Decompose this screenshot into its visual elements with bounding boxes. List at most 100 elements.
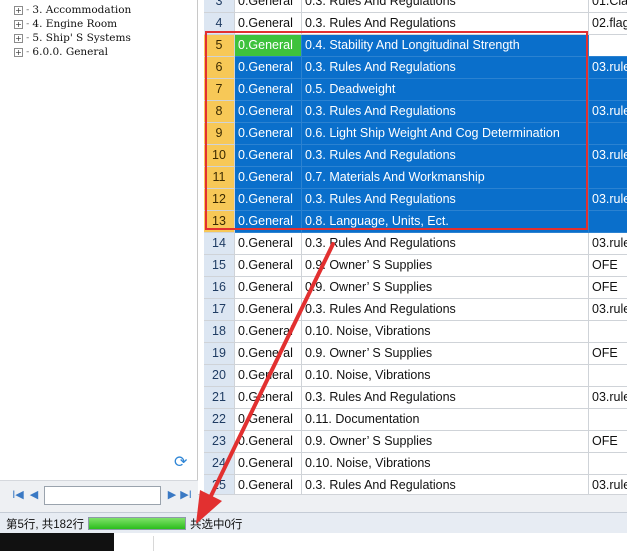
table-row[interactable]: 20 0.General 0.10. Noise, Vibrations: [204, 365, 627, 387]
cell-category[interactable]: 0.General: [235, 189, 302, 211]
cell-subject[interactable]: 0.10. Noise, Vibrations: [302, 321, 589, 343]
expand-icon[interactable]: +: [14, 47, 23, 57]
grid-scrollbar[interactable]: ×: [198, 494, 627, 512]
table-row[interactable]: 19 0.General 0.9. Owner’ S Supplies OFE: [204, 343, 627, 365]
cell-category[interactable]: 0.General: [235, 57, 302, 79]
row-header[interactable]: 21: [204, 387, 235, 409]
row-header[interactable]: 22: [204, 409, 235, 431]
table-row[interactable]: 6 0.General 0.3. Rules And Regulations 03.r…: [204, 57, 627, 79]
cell-reference[interactable]: 03.rule: [589, 233, 627, 255]
cell-subject[interactable]: 0.3. Rules And Regulations: [302, 475, 589, 494]
row-header[interactable]: 12: [204, 189, 235, 211]
cell-subject[interactable]: 0.7. Materials And Workmanship: [302, 167, 589, 189]
table-row[interactable]: 16 0.General 0.9. Owner’ S Supplies OFE: [204, 277, 627, 299]
row-header[interactable]: 6: [204, 57, 235, 79]
cell-reference[interactable]: OFE: [589, 343, 627, 365]
cell-subject[interactable]: 0.9. Owner’ S Supplies: [302, 277, 589, 299]
cell-subject[interactable]: 0.5. Deadweight: [302, 79, 589, 101]
table-row[interactable]: 13 0.General 0.8. Language, Units, Ect.: [204, 211, 627, 233]
row-header[interactable]: 14: [204, 233, 235, 255]
cell-category[interactable]: 0.General: [235, 299, 302, 321]
table-row[interactable]: 4 0.General 0.3. Rules And Regulations 02.f…: [204, 13, 627, 35]
cell-subject[interactable]: 0.3. Rules And Regulations: [302, 0, 589, 13]
cell-subject[interactable]: 0.9. Owner’ S Supplies: [302, 255, 589, 277]
row-header[interactable]: 24: [204, 453, 235, 475]
row-header[interactable]: 15: [204, 255, 235, 277]
expand-icon[interactable]: +: [14, 33, 23, 43]
first-page-icon[interactable]: I◀: [12, 488, 24, 502]
cell-category[interactable]: 0.General: [235, 321, 302, 343]
row-header[interactable]: 4: [204, 13, 235, 35]
cell-category[interactable]: 0.General: [235, 145, 302, 167]
cell-reference[interactable]: [589, 453, 627, 475]
cell-subject[interactable]: 0.3. Rules And Regulations: [302, 101, 589, 123]
tree-node-ships-systems[interactable]: + - 5. Ship' S Systems: [14, 31, 131, 45]
cell-category[interactable]: 0.General: [235, 35, 302, 57]
cell-category[interactable]: 0.General: [235, 211, 302, 233]
expand-icon[interactable]: +: [14, 5, 23, 15]
cell-reference[interactable]: [589, 79, 627, 101]
cell-category[interactable]: 0.General: [235, 101, 302, 123]
cell-category[interactable]: 0.General: [235, 431, 302, 453]
row-header[interactable]: 18: [204, 321, 235, 343]
cell-category[interactable]: 0.General: [235, 123, 302, 145]
table-row[interactable]: 12 0.General 0.3. Rules And Regulations 03.…: [204, 189, 627, 211]
tree-node-general[interactable]: + - 6.0.0. General: [14, 45, 108, 59]
cell-reference[interactable]: [589, 365, 627, 387]
table-row[interactable]: 23 0.General 0.9. Owner’ S Supplies OFE: [204, 431, 627, 453]
table-row[interactable]: 7 0.General 0.5. Deadweight: [204, 79, 627, 101]
prev-page-icon[interactable]: ◀: [28, 488, 40, 502]
cell-category[interactable]: 0.General: [235, 343, 302, 365]
cell-subject[interactable]: 0.3. Rules And Regulations: [302, 13, 589, 35]
row-header[interactable]: 13: [204, 211, 235, 233]
table-row[interactable]: 15 0.General 0.9. Owner’ S Supplies OFE: [204, 255, 627, 277]
tree-node-accommodation[interactable]: + - 3. Accommodation: [14, 3, 131, 17]
next-page-icon[interactable]: ▶: [166, 488, 178, 502]
cell-reference[interactable]: [589, 211, 627, 233]
cell-reference[interactable]: 03.rule: [589, 189, 627, 211]
row-header[interactable]: 3: [204, 0, 235, 13]
cell-category[interactable]: 0.General: [235, 0, 302, 13]
cell-subject[interactable]: 0.3. Rules And Regulations: [302, 233, 589, 255]
table-row[interactable]: 3 0.General 0.3. Rules And Regulations 01.C…: [204, 0, 627, 13]
row-header[interactable]: 23: [204, 431, 235, 453]
table-row[interactable]: 10 0.General 0.3. Rules And Regulations 03.…: [204, 145, 627, 167]
table-row[interactable]: 14 0.General 0.3. Rules And Regulations 03.…: [204, 233, 627, 255]
table-row[interactable]: 24 0.General 0.10. Noise, Vibrations: [204, 453, 627, 475]
cell-reference[interactable]: 03.rule: [589, 299, 627, 321]
cell-reference[interactable]: [589, 321, 627, 343]
cell-reference[interactable]: [589, 409, 627, 431]
cell-subject[interactable]: 0.10. Noise, Vibrations: [302, 453, 589, 475]
cell-subject[interactable]: 0.9. Owner’ S Supplies: [302, 431, 589, 453]
cell-category[interactable]: 0.General: [235, 13, 302, 35]
cell-category[interactable]: 0.General: [235, 167, 302, 189]
table-row[interactable]: 22 0.General 0.11. Documentation: [204, 409, 627, 431]
cell-reference[interactable]: 01.Cla: [589, 0, 627, 13]
cell-subject[interactable]: 0.4. Stability And Longitudinal Strength: [302, 35, 589, 57]
table-row[interactable]: 5 0.General 0.4. Stability And Longitudina…: [204, 35, 627, 57]
table-row[interactable]: 17 0.General 0.3. Rules And Regulations 03.…: [204, 299, 627, 321]
table-row[interactable]: 8 0.General 0.3. Rules And Regulations 03.r…: [204, 101, 627, 123]
cell-category[interactable]: 0.General: [235, 255, 302, 277]
row-header[interactable]: 7: [204, 79, 235, 101]
row-header[interactable]: 8: [204, 101, 235, 123]
expand-icon[interactable]: +: [14, 19, 23, 29]
cell-reference[interactable]: 02.flag: [589, 13, 627, 35]
cell-category[interactable]: 0.General: [235, 79, 302, 101]
table-row[interactable]: 21 0.General 0.3. Rules And Regulations 03.…: [204, 387, 627, 409]
cell-subject[interactable]: 0.3. Rules And Regulations: [302, 189, 589, 211]
cell-category[interactable]: 0.General: [235, 365, 302, 387]
cell-category[interactable]: 0.General: [235, 233, 302, 255]
row-header[interactable]: 9: [204, 123, 235, 145]
cell-reference[interactable]: [589, 123, 627, 145]
cell-subject[interactable]: 0.11. Documentation: [302, 409, 589, 431]
cell-reference[interactable]: OFE: [589, 255, 627, 277]
cell-category[interactable]: 0.General: [235, 475, 302, 494]
tree-node-engine-room[interactable]: + - 4. Engine Room: [14, 17, 117, 31]
cell-subject[interactable]: 0.8. Language, Units, Ect.: [302, 211, 589, 233]
cell-subject[interactable]: 0.3. Rules And Regulations: [302, 57, 589, 79]
cell-category[interactable]: 0.General: [235, 387, 302, 409]
cell-reference[interactable]: [589, 167, 627, 189]
cell-reference[interactable]: 03.rule: [589, 387, 627, 409]
row-header[interactable]: 17: [204, 299, 235, 321]
